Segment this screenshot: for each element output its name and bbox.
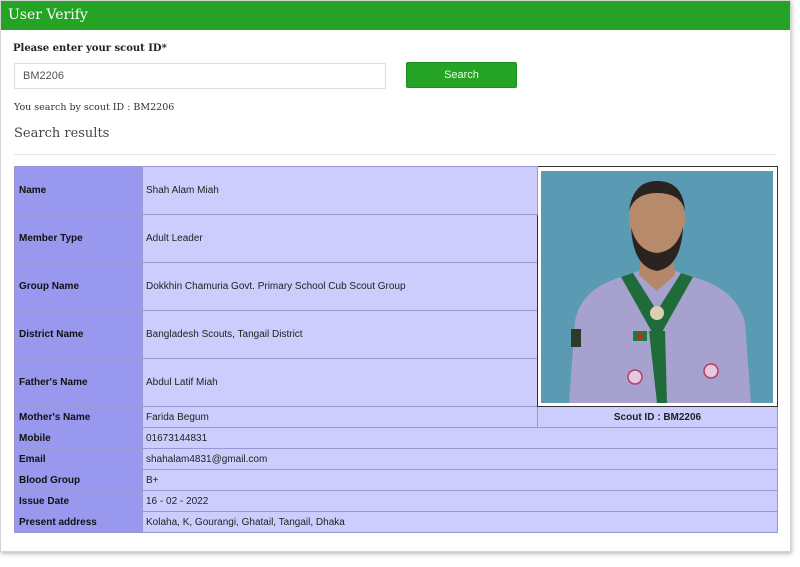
row-key: Name — [14, 166, 143, 215]
member-photo — [541, 170, 773, 403]
user-verify-panel: User Verify Please enter your scout ID* … — [0, 0, 791, 552]
search-button[interactable]: Search — [406, 62, 517, 88]
row-value: Adult Leader — [142, 214, 538, 263]
member-photo-illustration — [541, 170, 773, 403]
row-value: Dokkhin Chamuria Govt. Primary School Cu… — [142, 262, 538, 311]
row-value: B+ — [142, 469, 778, 491]
table-row: Present address Kolaha, K, Gourangi, Gha… — [14, 511, 778, 533]
panel-header: User Verify — [1, 1, 790, 30]
row-key: District Name — [14, 310, 143, 359]
row-value: Shah Alam Miah — [142, 166, 538, 215]
row-value: 16 - 02 - 2022 — [142, 490, 778, 512]
result-table: Name Shah Alam Miah Member Type Adult Le… — [14, 166, 778, 533]
row-key: Present address — [14, 511, 143, 533]
row-key: Email — [14, 448, 143, 470]
row-value: Farida Begum — [142, 406, 538, 428]
row-key: Blood Group — [14, 469, 143, 491]
divider — [14, 154, 777, 155]
scout-id-caption: Scout ID : BM2206 — [537, 406, 778, 428]
row-key: Group Name — [14, 262, 143, 311]
row-key: Member Type — [14, 214, 143, 263]
results-title: Search results — [14, 126, 110, 141]
table-row: Mobile 01673144831 — [14, 427, 778, 449]
row-key: Father's Name — [14, 358, 143, 407]
table-row: Issue Date 16 - 02 - 2022 — [14, 490, 778, 512]
row-value: Kolaha, K, Gourangi, Ghatail, Tangail, D… — [142, 511, 778, 533]
table-row: Name Shah Alam Miah — [14, 166, 778, 407]
table-row: Blood Group B+ — [14, 469, 778, 491]
table-row: Mother's Name Farida Begum Scout ID : BM… — [14, 406, 778, 428]
row-key: Mobile — [14, 427, 143, 449]
scout-id-input[interactable] — [14, 63, 386, 89]
row-key: Mother's Name — [14, 406, 143, 428]
table-row: Email shahalam4831@gmail.com — [14, 448, 778, 470]
photo-cell — [537, 166, 778, 407]
search-note: You search by scout ID : BM2206 — [14, 102, 175, 113]
row-value: 01673144831 — [142, 427, 778, 449]
row-value: shahalam4831@gmail.com — [142, 448, 778, 470]
row-value: Bangladesh Scouts, Tangail District — [142, 310, 538, 359]
row-value: Abdul Latif Miah — [142, 358, 538, 407]
row-key: Issue Date — [14, 490, 143, 512]
scout-id-label: Please enter your scout ID* — [13, 43, 167, 54]
